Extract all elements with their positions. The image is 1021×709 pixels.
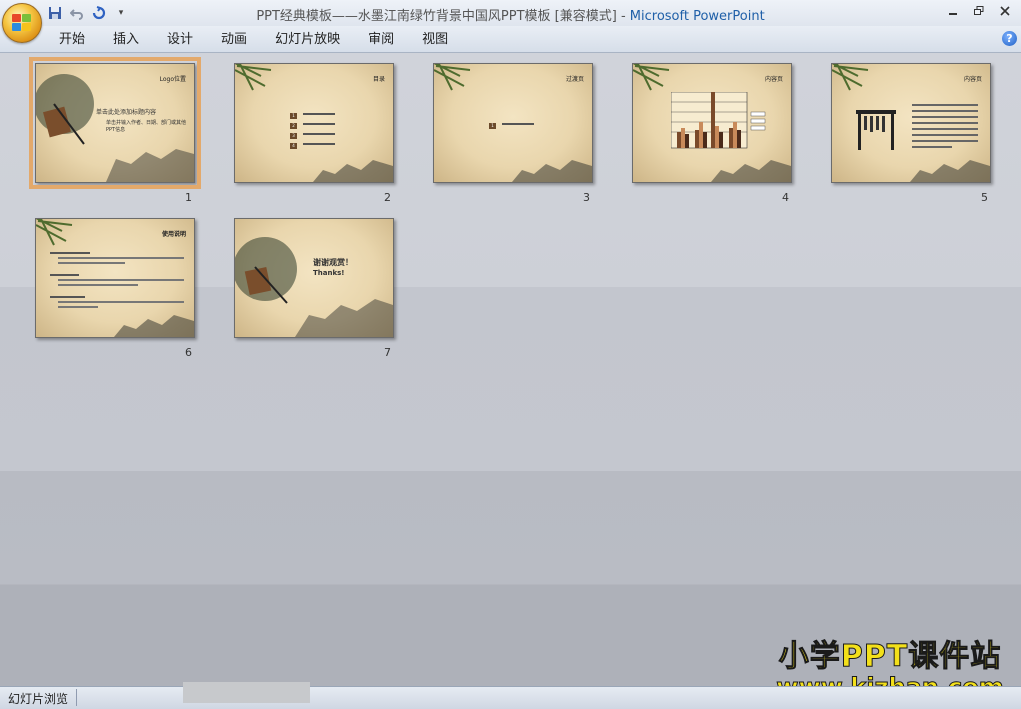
- office-button[interactable]: [2, 3, 42, 43]
- slide-title: Logo位置: [159, 76, 186, 83]
- horizontal-scroll-thumb[interactable]: [183, 682, 310, 703]
- close-icon[interactable]: [993, 2, 1017, 20]
- app-name: Microsoft PowerPoint: [629, 9, 765, 24]
- slide-text: Thanks!: [313, 269, 345, 277]
- slide-thumbnail-5[interactable]: 内容页: [831, 63, 991, 183]
- tab-design[interactable]: 设计: [153, 31, 207, 48]
- slide-thumbnail-4[interactable]: 内容页: [632, 63, 792, 183]
- slide-title: 内容页: [764, 76, 783, 83]
- section-number: 1: [489, 123, 496, 129]
- slide-number: 4: [782, 191, 789, 204]
- slide-thumbnail-3[interactable]: 过渡页 1: [433, 63, 593, 183]
- town-icon: [313, 160, 393, 182]
- slide-title: 内容页: [963, 76, 982, 83]
- slide-text: 单击此处添加标题内容: [96, 109, 157, 116]
- document-title: PPT经典模板——水墨江南绿竹背景中国风PPT模板 [兼容模式]: [256, 9, 617, 24]
- slide-text: 单击并输入作者、日期、部门或其他PPT信息: [106, 120, 187, 133]
- slide-title: 过渡页: [565, 76, 584, 83]
- toc-list: 1 2 3 4: [290, 106, 335, 149]
- town-icon: [711, 160, 791, 182]
- ribbon-tabs: 开始 插入 设计 动画 幻灯片放映 审阅 视图: [45, 31, 462, 48]
- slide-number: 5: [981, 191, 988, 204]
- bar-chart-icon: [671, 92, 766, 149]
- slide-thumbnail-2[interactable]: 目录 1 2 3 4: [234, 63, 394, 183]
- bamboo-icon: [434, 64, 471, 91]
- bamboo-icon: [832, 64, 869, 91]
- view-label: 幻灯片浏览: [8, 692, 69, 706]
- title-bar: ▾ PPT经典模板——水墨江南绿竹背景中国风PPT模板 [兼容模式] - Mic…: [0, 0, 1021, 26]
- minimize-icon[interactable]: [941, 2, 965, 20]
- office-logo-icon: [12, 14, 32, 32]
- town-icon: [512, 160, 592, 182]
- slide-number: 3: [583, 191, 590, 204]
- tab-animations[interactable]: 动画: [207, 31, 261, 48]
- title-separator: -: [616, 9, 630, 24]
- help-icon[interactable]: ?: [1002, 31, 1017, 46]
- window-controls: [941, 2, 1017, 20]
- restore-icon[interactable]: [967, 2, 991, 20]
- slide-number: 6: [185, 346, 192, 359]
- tab-review[interactable]: 审阅: [354, 31, 408, 48]
- slide-text: 谢谢观赏！: [313, 258, 353, 267]
- watermark-line1: 小学PPT课件站: [778, 639, 1002, 674]
- ribbon: 开始 插入 设计 动画 幻灯片放映 审阅 视图 ?: [0, 26, 1021, 53]
- tab-insert[interactable]: 插入: [99, 31, 153, 48]
- slide-sorter: Logo位置 单击此处添加标题内容 单击并输入作者、日期、部门或其他PPT信息 …: [0, 53, 1021, 686]
- tab-home[interactable]: 开始: [45, 31, 99, 48]
- slide-title: 目录: [372, 76, 385, 83]
- slide-thumbnail-6[interactable]: 使用说明: [35, 218, 195, 338]
- chime-bells-icon: [856, 110, 896, 150]
- section-item: 1: [489, 116, 534, 130]
- slide-thumbnail-1[interactable]: Logo位置 单击此处添加标题内容 单击并输入作者、日期、部门或其他PPT信息: [29, 57, 201, 189]
- text-lines: [50, 249, 184, 311]
- toc-number: 4: [290, 143, 297, 149]
- slide-thumbnail-7[interactable]: 谢谢观赏！ Thanks!: [234, 218, 394, 338]
- status-bar: 幻灯片浏览: [0, 682, 1021, 709]
- slide-number: 2: [384, 191, 391, 204]
- slide-number: 1: [185, 191, 192, 204]
- bamboo-icon: [235, 64, 272, 91]
- status-divider: [76, 689, 77, 706]
- window-title: PPT经典模板——水墨江南绿竹背景中国风PPT模板 [兼容模式] - Micro…: [0, 5, 1021, 24]
- text-lines: [912, 100, 978, 152]
- town-icon: [910, 160, 990, 182]
- tab-slideshow[interactable]: 幻灯片放映: [261, 31, 354, 48]
- ink-circle-icon: [235, 237, 393, 337]
- town-icon: [114, 315, 194, 337]
- bamboo-icon: [633, 64, 670, 91]
- slide-number: 7: [384, 346, 391, 359]
- tab-view[interactable]: 视图: [408, 31, 462, 48]
- slide-title: 使用说明: [161, 231, 186, 238]
